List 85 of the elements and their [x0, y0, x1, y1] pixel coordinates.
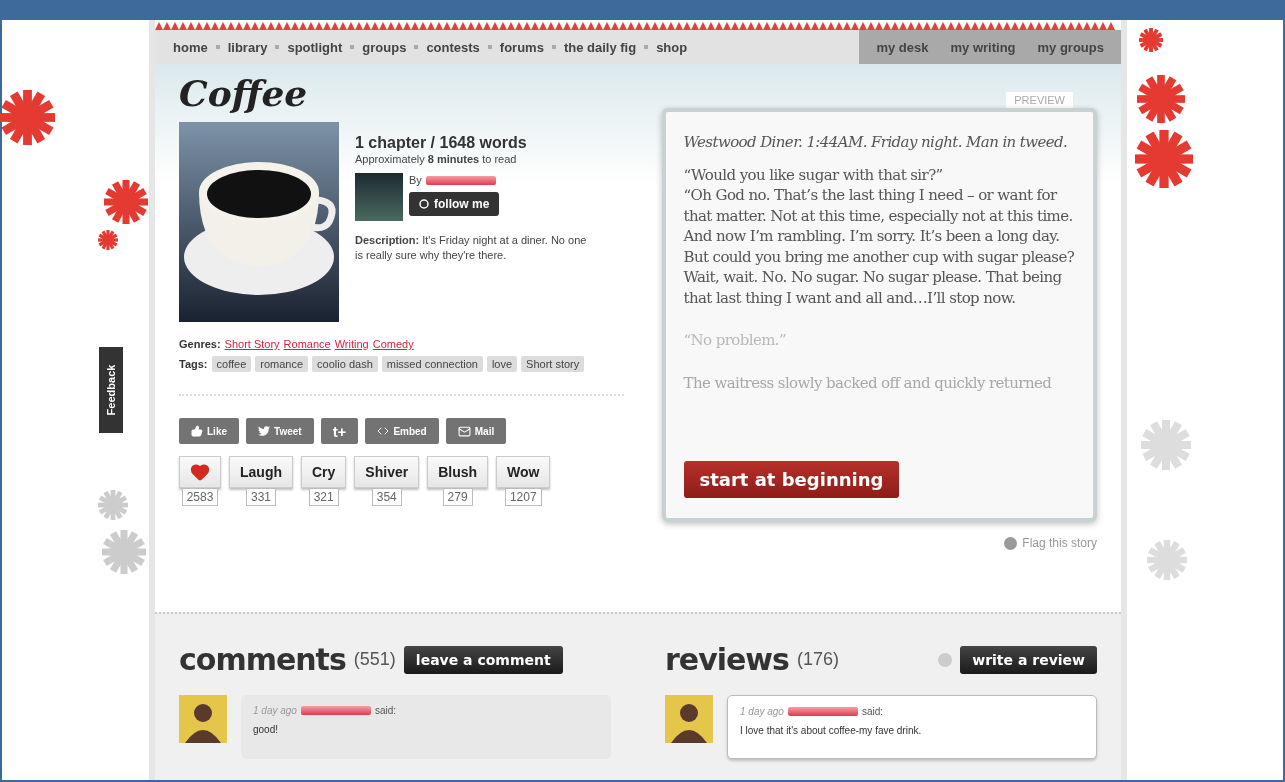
genres-label: Genres:: [179, 338, 221, 350]
section-title: reviews: [665, 642, 789, 677]
nav-link[interactable]: my groups: [1026, 39, 1115, 55]
nav-link[interactable]: my writing: [939, 39, 1027, 55]
reaction-count: 279: [442, 488, 473, 506]
write-review-button[interactable]: write a review: [960, 645, 1097, 674]
heart-icon: [190, 462, 210, 482]
section-title: comments: [179, 642, 346, 677]
reaction-button[interactable]: Blush: [427, 456, 489, 488]
asterisk-drawing: [104, 180, 148, 224]
follow-button[interactable]: follow me: [409, 191, 500, 216]
start-button[interactable]: start at beginning: [683, 461, 900, 498]
section-count: (551): [353, 649, 396, 670]
genre-link[interactable]: Short Story: [224, 338, 280, 350]
obscured-username[interactable]: [787, 707, 858, 716]
asterisk-drawing: [1141, 420, 1191, 470]
reaction-button[interactable]: Laugh: [229, 456, 293, 488]
thumbs-up-icon: [191, 425, 203, 437]
share-button[interactable]: Tweet: [246, 418, 314, 444]
feedback-tab[interactable]: Feedback: [99, 347, 123, 433]
tag[interactable]: coolio dash: [312, 356, 378, 372]
genre-link[interactable]: Writing: [334, 338, 369, 350]
preview-paragraph: The waitress slowly backed off and quickly returned: [683, 372, 1053, 393]
reaction-button[interactable]: Wow: [496, 456, 551, 488]
preview-paragraph: “Would you like sugar with that sir?”: [683, 164, 944, 185]
comment-text: I love that it's about coffee-my fave drink.: [740, 725, 923, 736]
reaction-count: 2583: [181, 488, 219, 506]
reaction-button[interactable]: Shiver: [354, 456, 420, 488]
bird-icon: [258, 425, 270, 437]
said-label: said:: [861, 706, 884, 717]
preview-paragraph: “Oh God no. That’s the last thing I need – or want for that matter. Not at this time, especially not at this time. And now I’m rambling. I’m sorry. It’s been a long day. But could you bring me another cup with sugar please? Wait, wait. No. No sugar. No sugar please. That being that last thing I want and all and…I’ll stop now.: [683, 185, 1075, 308]
asterisk-drawing: [0, 90, 55, 145]
nav-link[interactable]: contests: [418, 39, 488, 55]
nav-link[interactable]: library: [219, 39, 276, 55]
asterisk-drawing: [102, 530, 146, 574]
plus-circle-icon: [419, 198, 429, 209]
reaction-count: 354: [371, 488, 402, 506]
reaction-count: 1207: [504, 488, 542, 506]
genre-link[interactable]: Romance: [283, 338, 331, 350]
share-button[interactable]: Mail: [445, 418, 507, 444]
comment-time: 1 day ago: [740, 706, 784, 717]
share-button[interactable]: Embed: [365, 418, 439, 444]
tag[interactable]: Short story: [521, 356, 585, 372]
nav-link[interactable]: forums: [491, 39, 552, 55]
asterisk-drawing: [98, 490, 128, 520]
story-title: Coffee: [179, 72, 309, 114]
leave-comment-button[interactable]: leave a comment: [403, 645, 563, 674]
read-time: Approximately 8 minutes to read: [355, 152, 518, 167]
reaction-count: 331: [246, 488, 276, 506]
tag[interactable]: coffee: [211, 356, 252, 372]
share-button[interactable]: t+: [320, 418, 359, 444]
nav-link[interactable]: the daily fig: [555, 39, 645, 55]
genre-link[interactable]: Comedy: [372, 338, 414, 350]
tag[interactable]: missed connection: [381, 356, 483, 372]
comment-time: 1 day ago: [253, 705, 297, 716]
asterisk-drawing: [1135, 130, 1193, 188]
obscured-username[interactable]: [300, 706, 371, 715]
share-button[interactable]: Like: [179, 418, 239, 444]
nav-link[interactable]: shop: [648, 39, 696, 55]
by-label: By: [409, 172, 422, 188]
nav-link[interactable]: groups: [354, 39, 415, 55]
reaction-count: 321: [308, 488, 339, 506]
asterisk-drawing: [1147, 540, 1187, 580]
preview-paragraph: “No problem.”: [683, 330, 788, 351]
code-icon: [377, 425, 390, 437]
asterisk-drawing: [1139, 28, 1163, 52]
tag[interactable]: romance: [255, 356, 309, 372]
tag[interactable]: love: [486, 356, 518, 372]
nav-link[interactable]: my desk: [865, 39, 940, 55]
reaction-button[interactable]: [179, 456, 221, 488]
story-stats: 1 chapter / 1648 words: [355, 134, 528, 152]
comment-text: good!: [253, 724, 280, 735]
reaction-button[interactable]: Cry: [301, 456, 347, 488]
tags-label: Tags:: [179, 358, 208, 370]
section-count: (176): [796, 649, 839, 670]
story-description: Description: It's Friday night at a diner. No one is really sure why they're there.: [355, 232, 588, 263]
said-label: said:: [374, 705, 397, 716]
obscured-username[interactable]: [425, 175, 496, 185]
nav-link[interactable]: home: [165, 39, 216, 55]
nav-link[interactable]: spotlight: [279, 39, 351, 55]
asterisk-drawing: [98, 230, 118, 250]
asterisk-drawing: [1137, 75, 1185, 123]
author-photo-placeholder: [355, 172, 403, 221]
preview-paragraph: Westwood Diner. 1:44AM. Friday night. Man in tweed.: [683, 132, 1069, 153]
mail-icon: [457, 424, 471, 438]
